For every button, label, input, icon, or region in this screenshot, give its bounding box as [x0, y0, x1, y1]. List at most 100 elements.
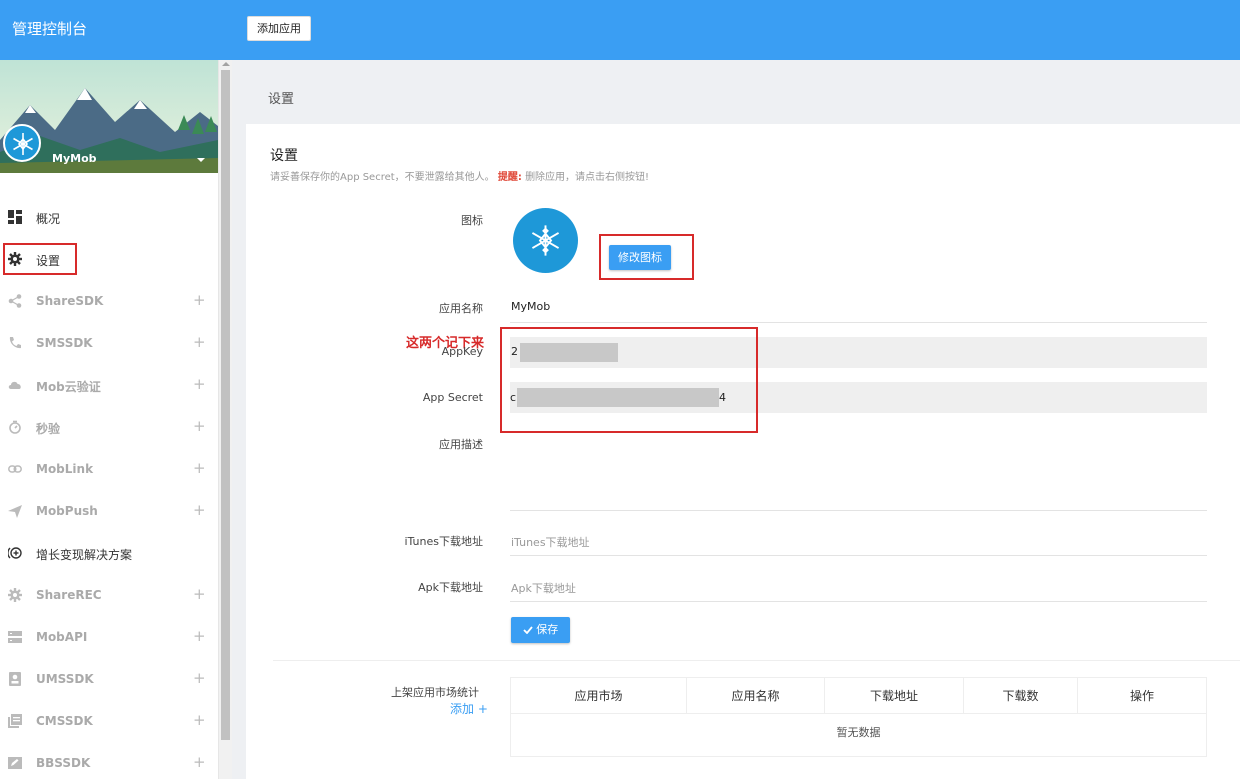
console-title: 管理控制台 [12, 20, 88, 38]
check-icon [523, 626, 533, 635]
apk-url-input[interactable]: Apk下载地址 [511, 580, 576, 596]
table-header: 应用市场 应用名称 下载地址 下载数 操作 [511, 678, 1206, 714]
expand-plus-icon[interactable]: + [193, 375, 206, 393]
sidebar-item-label: Mob云验证 [36, 380, 101, 394]
chevron-down-icon[interactable] [197, 158, 205, 162]
table-empty-message: 暂无数据 [836, 726, 881, 739]
link-icon [8, 465, 22, 473]
icon-label: 图标 [461, 214, 483, 227]
send-icon [8, 505, 22, 518]
sidebar-item-label: ShareSDK [36, 294, 104, 308]
market-stats-label: 上架应用市场统计 [391, 686, 479, 699]
sidebar-item-label: 概况 [36, 212, 61, 226]
market-stats-table: 应用市场 应用名称 下载地址 下载数 操作 暂无数据 [510, 677, 1207, 757]
section-divider [273, 660, 1240, 661]
column-header-download-count: 下载数 [964, 678, 1078, 714]
sidebar-item-overview[interactable]: 概况 [0, 196, 218, 238]
add-app-button[interactable]: 添加应用 [247, 16, 311, 41]
app-name-underline [510, 322, 1207, 323]
top-bar: 管理控制台 添加应用 [0, 0, 1240, 60]
edit-icon [8, 757, 22, 769]
sidebar-nav: 概况 设置 ShareSDK + SMSSDK + Mob云验证 + 秒验 + [0, 196, 218, 779]
cloud-icon [8, 381, 21, 389]
sidebar-item-label: MobPush [36, 504, 98, 518]
save-button-label: 保存 [536, 623, 559, 636]
app-name-label: 应用名称 [439, 302, 483, 315]
sidebar-item-umssdk[interactable]: UMSSDK + [0, 658, 218, 700]
sidebar-item-label: BBSSDK [36, 756, 91, 770]
itunes-url-underline [510, 555, 1207, 556]
app-icon [513, 208, 578, 273]
change-icon-highlight-box [599, 234, 694, 280]
plus-circle-icon [8, 547, 22, 559]
sidebar-item-smssdk[interactable]: SMSSDK + [0, 322, 218, 364]
snowflake-logo-icon [13, 133, 33, 155]
appkey-label: AppKey [441, 345, 483, 358]
expand-plus-icon[interactable]: + [193, 501, 206, 519]
user-card-icon [9, 672, 21, 686]
save-button[interactable]: 保存 [511, 617, 570, 643]
itunes-url-label: iTunes下载地址 [404, 535, 483, 548]
apk-url-underline [510, 601, 1207, 602]
warning-label: 提醒: [497, 172, 522, 183]
warning-text: 删除应用，请点击右侧按钮! [525, 172, 650, 183]
sidebar-item-label: MobAPI [36, 630, 88, 644]
page-title: 设置 [270, 148, 298, 164]
sidebar-item-bbssdk[interactable]: BBSSDK + [0, 742, 218, 779]
expand-plus-icon[interactable]: + [193, 669, 206, 687]
gear-icon [8, 588, 22, 602]
app-name-value[interactable]: MyMob [511, 300, 550, 313]
sidebar-scrollbar[interactable] [218, 60, 232, 779]
column-header-market: 应用市场 [511, 678, 687, 714]
scroll-up-arrow-icon[interactable] [222, 62, 230, 66]
expand-plus-icon[interactable]: + [193, 417, 206, 435]
app-avatar[interactable] [3, 124, 41, 162]
breadcrumb: 设置 [246, 68, 1240, 124]
settings-highlight-box [3, 243, 77, 275]
sidebar-item-label: CMSSDK [36, 714, 93, 728]
sidebar-item-label: MobLink [36, 462, 94, 476]
expand-plus-icon[interactable]: + [193, 459, 206, 477]
app-description-label: 应用描述 [439, 438, 483, 451]
sidebar-item-sharesdk[interactable]: ShareSDK + [0, 280, 218, 322]
keys-highlight-box [500, 327, 758, 433]
column-header-app-name: 应用名称 [687, 678, 825, 714]
app-description-underline[interactable] [510, 510, 1207, 511]
phone-icon [9, 337, 21, 349]
itunes-url-input[interactable]: iTunes下载地址 [511, 534, 590, 550]
sidebar-item-mob-cloud-verify[interactable]: Mob云验证 + [0, 364, 218, 406]
expand-plus-icon[interactable]: + [193, 291, 206, 309]
sidebar-item-cmssdk[interactable]: CMSSDK + [0, 700, 218, 742]
expand-plus-icon[interactable]: + [193, 711, 206, 729]
sidebar-item-sharerec[interactable]: ShareREC + [0, 574, 218, 616]
sidebar-item-growth-solutions[interactable]: 增长变现解决方案 [0, 532, 218, 574]
add-market-link[interactable]: 添加 + [450, 700, 488, 717]
settings-subtitle: 请妥善保存你的App Secret，不要泄露给其他人。 提醒: 删除应用，请点击… [270, 168, 649, 183]
scrollbar-thumb[interactable] [221, 70, 230, 740]
apk-url-label: Apk下载地址 [418, 581, 483, 594]
sidebar-item-mobpush[interactable]: MobPush + [0, 490, 218, 532]
sidebar-banner: MyMob [0, 60, 218, 173]
dashboard-icon [8, 210, 22, 224]
sidebar-item-mobapi[interactable]: MobAPI + [0, 616, 218, 658]
column-header-actions: 操作 [1129, 689, 1154, 703]
sidebar-item-label: 增长变现解决方案 [36, 548, 133, 562]
settings-panel: 设置 请妥善保存你的App Secret，不要泄露给其他人。 提醒: 删除应用，… [246, 124, 1240, 779]
share-icon [8, 294, 22, 308]
timer-icon [9, 420, 21, 434]
server-icon [8, 631, 22, 643]
expand-plus-icon[interactable]: + [193, 585, 206, 603]
document-icon [8, 714, 22, 728]
expand-plus-icon[interactable]: + [193, 627, 206, 645]
sidebar-item-moblink[interactable]: MobLink + [0, 448, 218, 490]
snowflake-logo-icon [531, 225, 560, 256]
column-header-download-url: 下载地址 [825, 678, 964, 714]
sidebar-item-label: 秒验 [36, 422, 61, 436]
sidebar: MyMob 概况 设置 ShareSDK + SMSSDK + Mob云验证 + [0, 60, 218, 779]
sidebar-item-quick-verify[interactable]: 秒验 + [0, 406, 218, 448]
expand-plus-icon[interactable]: + [193, 333, 206, 351]
app-secret-label: App Secret [422, 391, 483, 404]
expand-plus-icon[interactable]: + [193, 753, 206, 771]
breadcrumb-current: 设置 [268, 92, 295, 107]
sidebar-app-name: MyMob [52, 152, 97, 165]
